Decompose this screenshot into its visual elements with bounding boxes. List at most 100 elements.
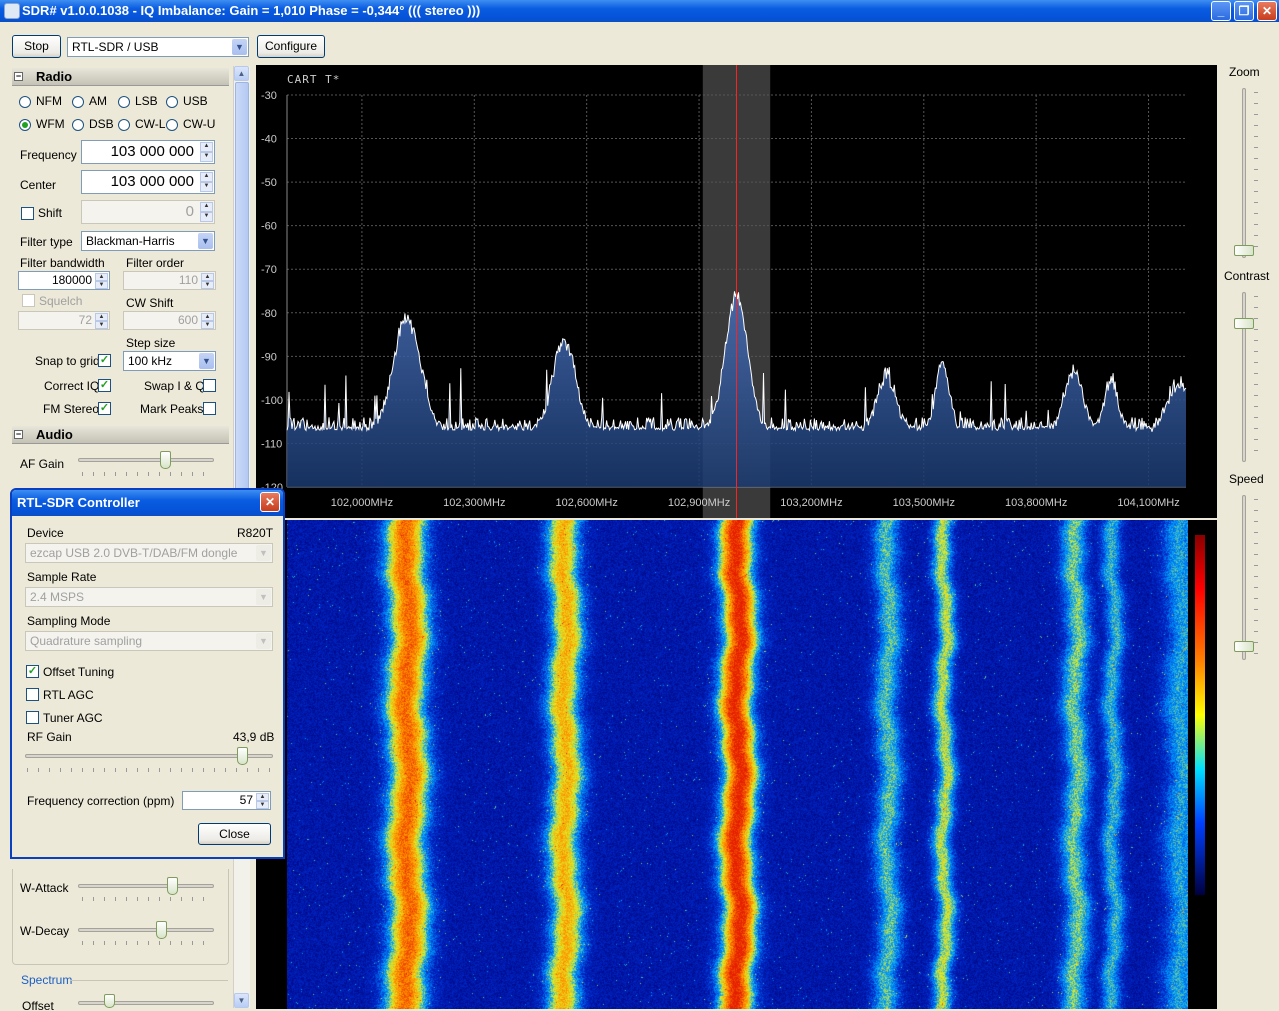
device-select[interactable]: ezcap USB 2.0 DVB-T/DAB/FM dongle ▼ bbox=[25, 543, 273, 563]
shift-spinner[interactable]: ▲ ▼ bbox=[200, 202, 213, 222]
sampling-mode-value: Quadrature sampling bbox=[30, 634, 143, 648]
swap-iq-checkbox[interactable] bbox=[203, 379, 216, 392]
waterfall-panel[interactable] bbox=[256, 520, 1217, 1009]
zoom-track bbox=[1242, 88, 1246, 258]
speed-ticks bbox=[1254, 499, 1258, 659]
w-decay-ticks bbox=[82, 941, 212, 945]
source-select[interactable]: RTL-SDR / USB ▼ bbox=[67, 37, 249, 57]
rf-gain-ticks bbox=[27, 768, 273, 772]
cw-shift-input[interactable]: 600 ▲ ▼ bbox=[123, 311, 216, 330]
collapse-icon[interactable]: − bbox=[14, 430, 23, 439]
rf-gain-slider[interactable] bbox=[237, 747, 249, 765]
configure-button[interactable]: Configure bbox=[257, 35, 325, 58]
center-spinner[interactable]: ▲ ▼ bbox=[200, 172, 213, 192]
waterfall-color-scale bbox=[1195, 535, 1205, 895]
waterfall-display bbox=[287, 520, 1188, 1009]
contrast-slider[interactable] bbox=[1234, 318, 1254, 329]
rtl-agc-checkbox[interactable] bbox=[26, 688, 39, 701]
offset-slider[interactable] bbox=[104, 994, 115, 1008]
frequency-spinner[interactable]: ▲ ▼ bbox=[200, 142, 213, 162]
scroll-thumb[interactable] bbox=[235, 82, 249, 552]
filter-order-input[interactable]: 110 ▲ ▼ bbox=[123, 271, 216, 290]
filter-order-spinner[interactable]: ▲ ▼ bbox=[201, 273, 214, 289]
freq-correction-input[interactable]: 57 ▲ ▼ bbox=[182, 791, 271, 810]
mode-lsb-radio[interactable] bbox=[118, 96, 130, 108]
offset-tuning-checkbox[interactable]: ✓ bbox=[26, 665, 39, 678]
correct-iq-checkbox[interactable]: ✓ bbox=[98, 379, 111, 392]
radio-header[interactable]: − Radio bbox=[12, 68, 229, 86]
device-label: Device bbox=[27, 526, 64, 540]
snap-to-grid-label: Snap to grid bbox=[35, 354, 100, 368]
speed-label: Speed bbox=[1229, 472, 1264, 486]
step-size-select[interactable]: 100 kHz ▼ bbox=[123, 351, 216, 371]
squelch-spinner[interactable]: ▲ ▼ bbox=[95, 313, 108, 329]
zoom-slider[interactable] bbox=[1234, 245, 1254, 256]
mode-am-radio[interactable] bbox=[72, 96, 84, 108]
x-tick-label: 104,100MHz bbox=[1117, 497, 1179, 509]
fm-stereo-checkbox[interactable]: ✓ bbox=[98, 402, 111, 415]
mode-cwl-radio[interactable] bbox=[118, 119, 130, 131]
spectrum-panel[interactable]: -30-40-50-60-70-80-90-100-110-120102,000… bbox=[256, 65, 1217, 518]
maximize-button[interactable]: ❐ bbox=[1234, 1, 1254, 21]
mode-usb-radio[interactable] bbox=[166, 96, 178, 108]
cw-shift-spinner[interactable]: ▲ ▼ bbox=[201, 313, 214, 329]
tuner-agc-checkbox[interactable] bbox=[26, 711, 39, 724]
af-gain-slider[interactable] bbox=[160, 451, 172, 469]
scroll-down-icon[interactable]: ▼ bbox=[234, 993, 249, 1008]
device-value: ezcap USB 2.0 DVB-T/DAB/FM dongle bbox=[30, 546, 238, 560]
mode-cwu-radio[interactable] bbox=[166, 119, 178, 131]
mode-wfm-radio[interactable] bbox=[19, 119, 31, 131]
zoom-ticks bbox=[1254, 92, 1258, 257]
w-attack-slider[interactable] bbox=[167, 877, 179, 895]
mark-peaks-checkbox[interactable] bbox=[203, 402, 216, 415]
freq-correction-spinner[interactable]: ▲ ▼ bbox=[256, 793, 269, 809]
close-window-button[interactable]: ✕ bbox=[1257, 1, 1277, 21]
audio-header[interactable]: − Audio bbox=[12, 426, 229, 444]
dialog-title-bar: RTL-SDR Controller ✕ bbox=[12, 490, 283, 516]
dialog-close-icon[interactable]: ✕ bbox=[260, 492, 280, 512]
rtl-agc-label: RTL AGC bbox=[43, 688, 94, 702]
rtl-sdr-controller-dialog: RTL-SDR Controller ✕ Device R820T ezcap … bbox=[10, 488, 285, 859]
y-tick-label: -110 bbox=[261, 438, 282, 450]
squelch-checkbox[interactable] bbox=[22, 294, 35, 307]
frequency-input[interactable]: 103 000 000 ▲ ▼ bbox=[81, 140, 215, 164]
x-tick-label: 102,900MHz bbox=[668, 497, 730, 509]
radio-header-label: Radio bbox=[36, 69, 73, 84]
w-decay-slider[interactable] bbox=[156, 921, 168, 939]
swap-iq-label: Swap I & Q bbox=[144, 379, 205, 393]
shift-input[interactable]: 0 ▲ ▼ bbox=[81, 200, 215, 224]
mode-nfm-radio[interactable] bbox=[19, 96, 31, 108]
scroll-up-icon[interactable]: ▲ bbox=[234, 66, 249, 81]
x-tick-label: 102,000MHz bbox=[331, 497, 393, 509]
freq-correction-value: 57 bbox=[239, 793, 253, 807]
sampling-mode-select[interactable]: Quadrature sampling ▼ bbox=[25, 631, 273, 651]
step-size-value: 100 kHz bbox=[128, 354, 173, 368]
collapse-icon[interactable]: − bbox=[14, 72, 23, 81]
window-title: SDR# v1.0.0.1038 - IQ Imbalance: Gain = … bbox=[22, 3, 481, 18]
w-attack-track bbox=[78, 884, 214, 888]
shift-checkbox[interactable] bbox=[21, 207, 34, 220]
filter-type-select[interactable]: Blackman-Harris ▼ bbox=[81, 231, 215, 251]
snap-to-grid-checkbox[interactable]: ✓ bbox=[98, 354, 111, 367]
speed-slider[interactable] bbox=[1234, 641, 1254, 652]
y-tick-label: -80 bbox=[261, 308, 277, 320]
close-button[interactable]: Close bbox=[198, 823, 271, 845]
offset-label: Offset bbox=[22, 999, 54, 1011]
mode-dsb-label: DSB bbox=[89, 117, 114, 131]
filter-bandwidth-input[interactable]: 180000 ▲ ▼ bbox=[18, 271, 110, 290]
sample-rate-select[interactable]: 2.4 MSPS ▼ bbox=[25, 587, 273, 607]
filter-bandwidth-spinner[interactable]: ▲ ▼ bbox=[95, 273, 108, 289]
w-decay-label: W-Decay bbox=[20, 924, 70, 938]
mode-dsb-radio[interactable] bbox=[72, 119, 84, 131]
squelch-input[interactable]: 72 ▲ ▼ bbox=[18, 311, 110, 330]
minimize-button[interactable]: _ bbox=[1211, 1, 1231, 21]
center-value: 103 000 000 bbox=[110, 173, 194, 190]
filter-bandwidth-value: 180000 bbox=[51, 273, 92, 287]
stop-button[interactable]: Stop bbox=[12, 35, 61, 58]
sample-rate-value: 2.4 MSPS bbox=[30, 590, 85, 604]
mode-cwu-label: CW-U bbox=[183, 117, 216, 131]
center-input[interactable]: 103 000 000 ▲ ▼ bbox=[81, 170, 215, 194]
rf-gain-label: RF Gain bbox=[27, 730, 72, 744]
y-tick-label: -70 bbox=[261, 264, 277, 276]
chevron-down-icon: ▼ bbox=[198, 233, 213, 249]
